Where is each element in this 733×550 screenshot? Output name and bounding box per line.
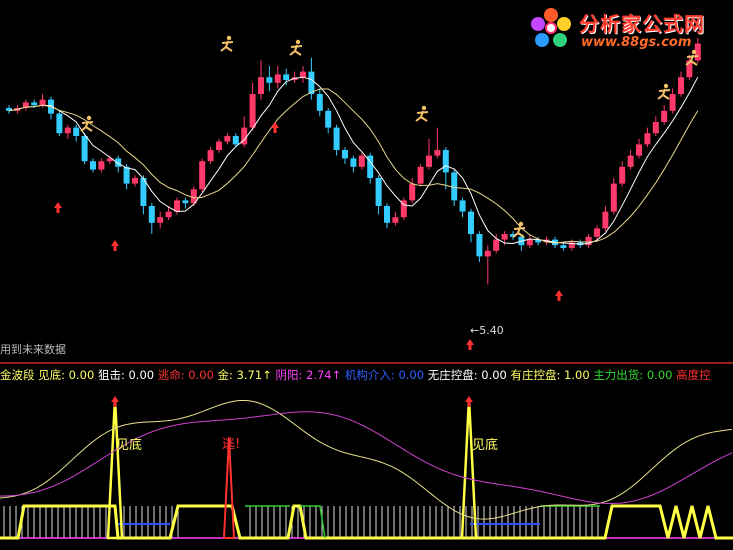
main-price-chart[interactable] bbox=[0, 0, 733, 362]
runner-figure-icon bbox=[80, 115, 94, 132]
candle-body bbox=[652, 122, 659, 134]
candle-body bbox=[434, 150, 441, 156]
candle-body bbox=[594, 228, 600, 237]
candle-body bbox=[216, 141, 222, 150]
candle-body bbox=[165, 211, 172, 218]
candle-body bbox=[274, 74, 281, 83]
candle-body bbox=[350, 158, 357, 167]
candle-body bbox=[560, 245, 567, 248]
candle-body bbox=[644, 133, 651, 145]
candle-body bbox=[123, 166, 130, 184]
candle-body bbox=[56, 113, 63, 134]
candle-body bbox=[316, 94, 323, 111]
logo-title: 分析家公式网 bbox=[579, 12, 705, 36]
bottom-marker-2: 见底 bbox=[472, 438, 499, 453]
candle-body bbox=[619, 166, 626, 184]
candle-body bbox=[232, 136, 239, 145]
candle-body bbox=[342, 150, 348, 159]
indicator-chart[interactable] bbox=[0, 366, 733, 550]
candle-body bbox=[157, 217, 164, 223]
candle-body bbox=[283, 74, 290, 80]
candle-body bbox=[300, 71, 306, 78]
candle-body bbox=[249, 94, 256, 128]
candle-body bbox=[409, 183, 416, 201]
candle-body bbox=[476, 234, 483, 257]
candle-body bbox=[417, 166, 424, 184]
candle-body bbox=[115, 158, 122, 167]
candle-body bbox=[98, 161, 105, 170]
spike-arrow-icon bbox=[111, 396, 119, 407]
candle-body bbox=[148, 206, 155, 223]
flower-logo-icon bbox=[531, 8, 571, 47]
future-data-note: 用到未来数据 bbox=[0, 343, 66, 356]
candle-body bbox=[325, 110, 332, 128]
runner-figure-icon bbox=[220, 35, 234, 52]
buy-arrow-icon bbox=[555, 290, 563, 301]
candle-body bbox=[493, 239, 500, 251]
logo-url: www.88gs.com bbox=[581, 35, 692, 50]
candle-body bbox=[442, 150, 449, 173]
escape-spike bbox=[222, 437, 236, 539]
candle-body bbox=[224, 136, 231, 142]
runner-figure-icon bbox=[415, 105, 429, 122]
candle-body bbox=[610, 183, 617, 212]
candle-body bbox=[678, 77, 684, 94]
candle-body bbox=[81, 136, 88, 162]
candle-body bbox=[132, 178, 138, 184]
indicator-sub-chart[interactable] bbox=[0, 366, 733, 550]
candle-body bbox=[392, 217, 399, 223]
escape-marker: 逃! bbox=[222, 437, 241, 452]
candle-body bbox=[627, 155, 634, 167]
candle-body bbox=[426, 155, 432, 167]
candle-body bbox=[669, 94, 676, 111]
bottom-marker-1: 见底 bbox=[116, 438, 143, 453]
candle-body bbox=[468, 211, 474, 234]
candle-body bbox=[459, 200, 466, 212]
candle-body bbox=[207, 150, 214, 162]
spike-arrow-icon bbox=[465, 396, 473, 407]
panel-divider bbox=[0, 362, 733, 364]
low-price-label: ←5.40 bbox=[470, 324, 504, 337]
candle-body bbox=[39, 99, 46, 106]
candlestick-chart[interactable] bbox=[0, 0, 733, 362]
candle-body bbox=[501, 234, 508, 240]
candle-body bbox=[602, 211, 609, 229]
candle-body bbox=[308, 71, 315, 94]
site-logo: 分析家公式网 www.88gs.com bbox=[525, 4, 725, 52]
candle-body bbox=[451, 172, 458, 201]
candle-body bbox=[31, 102, 38, 106]
candle-body bbox=[266, 77, 273, 83]
buy-arrow-icon bbox=[271, 122, 279, 133]
candle-body bbox=[199, 161, 206, 190]
candle-body bbox=[258, 77, 264, 94]
candle-body bbox=[526, 239, 533, 246]
buy-arrow-icon bbox=[466, 339, 474, 350]
buy-arrow-icon bbox=[54, 202, 62, 213]
candle-body bbox=[636, 144, 642, 156]
candle-body bbox=[384, 206, 390, 223]
candle-body bbox=[90, 161, 96, 170]
candle-body bbox=[182, 200, 189, 204]
candle-body bbox=[64, 127, 71, 134]
candle-body bbox=[484, 250, 491, 257]
buy-arrow-icon bbox=[111, 240, 119, 251]
candle-body bbox=[333, 127, 340, 150]
candle-body bbox=[661, 110, 668, 122]
candle-body bbox=[375, 178, 382, 206]
runner-figure-icon bbox=[657, 83, 671, 100]
candle-body bbox=[358, 155, 365, 167]
runner-figure-icon bbox=[289, 39, 303, 56]
candle-body bbox=[73, 127, 80, 136]
